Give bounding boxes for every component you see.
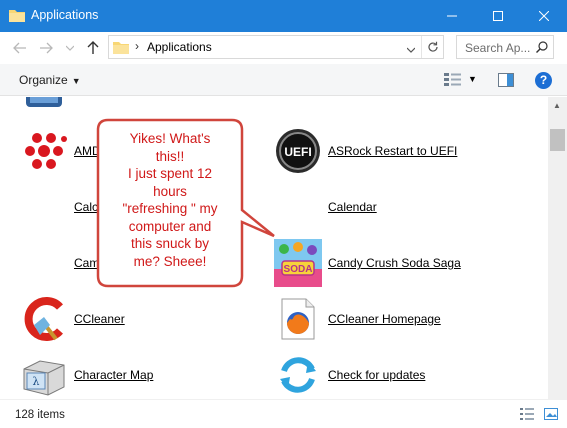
annotation-line: I just spent 12 <box>127 166 213 181</box>
up-arrow-icon[interactable] <box>85 40 101 56</box>
annotation-line: hours <box>153 183 187 199</box>
back-arrow-icon[interactable] <box>12 40 28 56</box>
search-input[interactable]: Search Ap... <box>465 41 530 55</box>
amd-icon <box>20 127 68 175</box>
help-icon[interactable]: ? <box>535 72 552 89</box>
close-button[interactable] <box>521 0 567 32</box>
uefi-icon: UEFI <box>274 127 322 175</box>
item-count: 128 items <box>15 409 65 421</box>
scrollbar-thumb[interactable] <box>550 129 565 151</box>
svg-text:λ: λ <box>33 375 40 388</box>
vertical-scrollbar[interactable]: ▲ <box>548 97 567 399</box>
file-list: AMD UEFI ASRock Restart to UEFI Calc Cal… <box>0 97 548 399</box>
camera-icon <box>20 239 68 287</box>
item-label[interactable]: CCleaner Homepage <box>328 312 441 326</box>
folder-icon <box>113 40 129 57</box>
breadcrumb-separator[interactable]: › <box>135 39 139 53</box>
ccleaner-icon <box>20 295 68 343</box>
search-icon[interactable] <box>536 41 548 56</box>
scroll-up-icon[interactable]: ▲ <box>553 101 561 110</box>
details-view-icon[interactable] <box>520 408 534 423</box>
update-icon <box>274 351 322 399</box>
calendar-icon <box>274 183 322 231</box>
calculator-icon <box>20 183 68 231</box>
caret-down-icon: ▼ <box>71 76 81 86</box>
preview-pane-icon[interactable] <box>498 73 514 90</box>
annotation-line: computer and <box>128 218 212 234</box>
search-box[interactable]: Search Ap... <box>456 35 554 59</box>
app-icon <box>274 97 322 111</box>
item-label[interactable]: ASRock Restart to UEFI <box>328 144 457 158</box>
refresh-button[interactable] <box>421 36 443 58</box>
app-icon <box>20 97 68 111</box>
item-label[interactable]: CCleaner <box>74 312 125 326</box>
large-icons-view-icon[interactable] <box>544 408 558 423</box>
item-label[interactable]: Candy Crush Soda Saga <box>328 256 461 270</box>
minimize-button[interactable] <box>429 0 475 32</box>
annotation-text: Yikes! What's this!! I just spent 12 hou… <box>102 130 238 270</box>
svg-text:UEFI: UEFI <box>284 145 311 159</box>
window-title: Applications <box>31 8 99 22</box>
character-map-icon: λ <box>20 351 68 399</box>
breadcrumb[interactable]: Applications <box>147 40 212 54</box>
item-label[interactable]: Character Map <box>74 368 153 382</box>
change-view-icon[interactable] <box>444 73 462 90</box>
svg-text:SODA: SODA <box>284 264 313 275</box>
annotation-line: this!! <box>155 148 185 164</box>
item-label[interactable]: Check for updates <box>328 368 425 382</box>
view-dropdown-icon[interactable]: ▼ <box>468 74 477 84</box>
forward-arrow-icon[interactable] <box>38 40 54 56</box>
recent-dropdown-icon[interactable] <box>62 40 78 56</box>
candy-crush-icon: SODA <box>274 239 322 287</box>
annotation-line: "refreshing " my <box>122 201 218 216</box>
chevron-down-icon[interactable] <box>406 42 416 56</box>
refresh-icon <box>427 41 438 52</box>
annotation-line: this snuck by <box>130 236 210 251</box>
maximize-button[interactable] <box>475 0 521 32</box>
address-bar[interactable]: › Applications <box>108 35 444 59</box>
annotation-bubble: Yikes! What's this!! I just spent 12 hou… <box>96 118 275 288</box>
annotation-line: me? Sheee! <box>133 253 207 269</box>
item-label[interactable]: Calendar <box>328 200 377 214</box>
organize-button[interactable]: Organize ▼ <box>19 73 81 87</box>
title-bar: Applications <box>0 0 567 32</box>
folder-icon <box>9 8 25 25</box>
organize-label: Organize <box>19 73 68 87</box>
item-label[interactable]: Calc <box>74 200 98 214</box>
status-bar: 128 items <box>0 399 567 428</box>
annotation-line: Yikes! What's <box>129 131 211 146</box>
command-bar: Organize ▼ ▼ ? <box>0 64 567 96</box>
firefox-icon <box>274 295 322 343</box>
